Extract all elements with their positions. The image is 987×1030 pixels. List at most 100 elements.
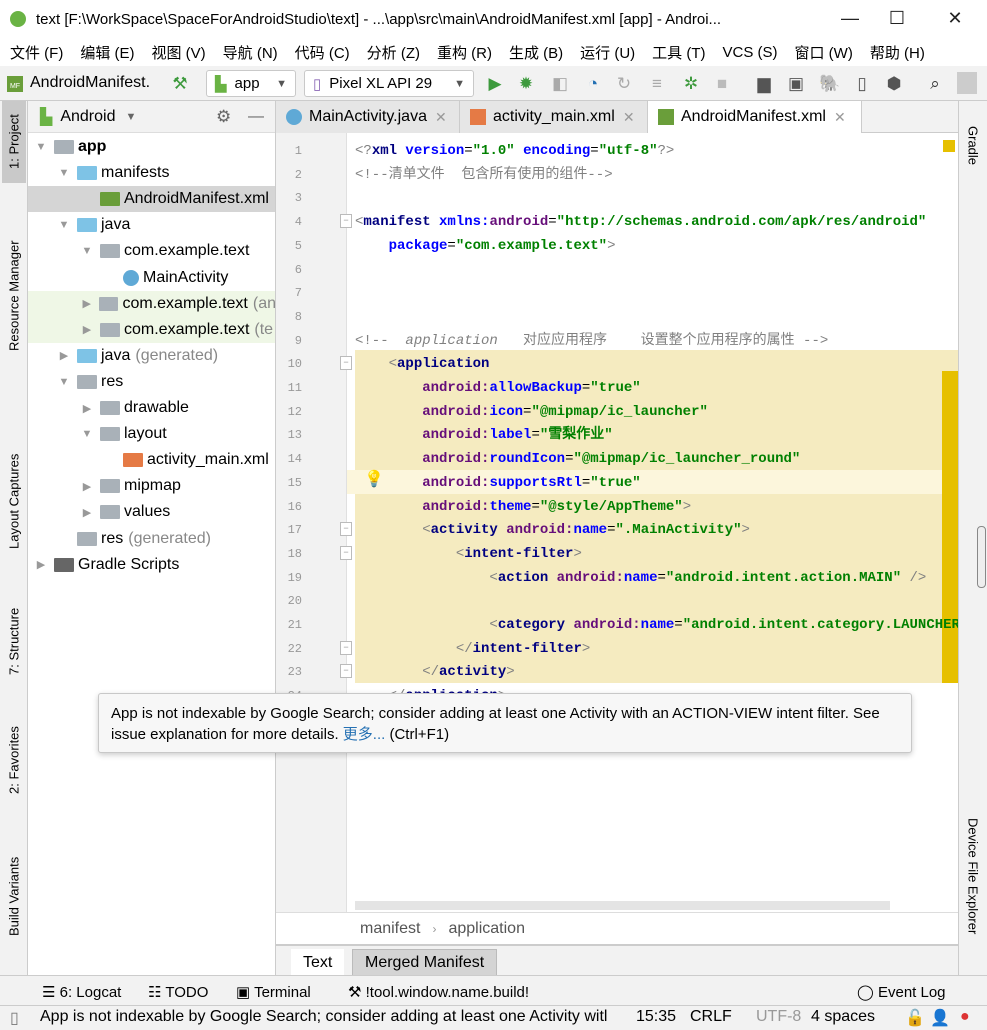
fold-icon[interactable]: −: [340, 664, 352, 679]
module-select[interactable]: ▙ app ▼: [206, 70, 296, 97]
tree-item[interactable]: ▶ com.example.text (an: [28, 290, 275, 317]
tree-item[interactable]: ▼ manifests: [28, 160, 275, 186]
tab-androidmanifest-xml[interactable]: AndroidManifest.xml ✕: [648, 101, 862, 133]
tool-tab-resource-manager[interactable]: Resource Manager: [2, 231, 26, 361]
menu-item[interactable]: 工具 (T): [652, 42, 705, 63]
chevron-right-icon[interactable]: ▶: [80, 323, 94, 336]
chevron-right-icon[interactable]: ▶: [80, 480, 94, 493]
menu-item[interactable]: 文件 (F): [10, 42, 63, 63]
tree-item[interactable]: ▶ Gradle Scripts: [28, 552, 275, 578]
tree-item[interactable]: ▶ com.example.text (te: [28, 316, 275, 343]
fold-icon[interactable]: −: [340, 356, 352, 371]
tab-text[interactable]: Text: [291, 949, 345, 977]
tree-item[interactable]: res (generated): [28, 526, 275, 552]
device-select[interactable]: ▯ Pixel XL API 29 ▼: [304, 70, 474, 97]
chevron-down-icon[interactable]: ▼: [125, 111, 136, 123]
stop-icon[interactable]: ■: [712, 74, 732, 94]
minimize-button[interactable]: —: [835, 8, 865, 29]
chevron-down-icon[interactable]: ▼: [57, 219, 71, 231]
tool-logcat[interactable]: ☰ 6: Logcat: [42, 983, 121, 1001]
status-message[interactable]: App is not indexable by Google Search; c…: [40, 1008, 628, 1026]
file-encoding[interactable]: UTF-8: [756, 1008, 801, 1026]
chevron-down-icon[interactable]: ▼: [80, 428, 94, 440]
indent-setting[interactable]: 4 spaces: [811, 1008, 875, 1026]
fold-icon[interactable]: −: [340, 640, 352, 655]
close-button[interactable]: ✕: [940, 8, 970, 29]
tool-build[interactable]: ⚒ !tool.window.name.build!: [348, 983, 529, 1001]
tool-event-log[interactable]: ◯ Event Log: [857, 983, 946, 1001]
tree-item[interactable]: ▼ app: [28, 134, 275, 160]
tree-item[interactable]: ▼ com.example.text: [28, 238, 275, 264]
tree-item[interactable]: MainActivity: [28, 265, 275, 291]
sdk-manager-icon[interactable]: ⬢: [884, 74, 904, 94]
breadcrumb-application[interactable]: application: [448, 920, 525, 938]
chevron-right-icon[interactable]: ▶: [80, 402, 94, 415]
more-link[interactable]: 更多...: [343, 726, 386, 743]
gradle-sync-icon[interactable]: 🐘: [819, 74, 840, 94]
chevron-right-icon[interactable]: ▶: [57, 349, 71, 362]
menu-item[interactable]: 导航 (N): [223, 42, 278, 63]
horizontal-scrollbar[interactable]: [355, 901, 890, 910]
tool-tab-favorites[interactable]: 2: Favorites: [2, 723, 26, 798]
menu-item[interactable]: 运行 (U): [580, 42, 635, 63]
maximize-button[interactable]: ☐: [882, 8, 912, 29]
user-avatar-icon[interactable]: [957, 72, 977, 94]
chevron-right-icon[interactable]: ▶: [80, 297, 93, 310]
warning-marker[interactable]: [943, 140, 955, 152]
tab-merged-manifest[interactable]: Merged Manifest: [352, 949, 498, 977]
tool-tab-project[interactable]: 1: Project: [2, 101, 26, 183]
apply-changes-icon[interactable]: ↻: [614, 74, 634, 94]
tree-item[interactable]: ▼ layout: [28, 421, 275, 447]
attach-debugger-icon[interactable]: ◧: [550, 74, 570, 94]
build-hammer-icon[interactable]: ⚒: [170, 74, 190, 94]
menu-item[interactable]: 代码 (C): [295, 42, 350, 63]
line-separator[interactable]: CRLF: [690, 1008, 732, 1026]
tool-tab-build-variants[interactable]: Build Variants: [2, 851, 26, 941]
sync-icon[interactable]: ✲: [681, 74, 701, 94]
menu-item[interactable]: 重构 (R): [437, 42, 492, 63]
project-structure-icon[interactable]: ▆: [754, 74, 774, 94]
editor-scrollbar[interactable]: [977, 526, 986, 588]
hide-panel-icon[interactable]: —: [248, 108, 264, 126]
menu-item[interactable]: 窗口 (W): [795, 42, 853, 63]
debug-icon[interactable]: ✹: [516, 74, 536, 94]
caret-position[interactable]: 15:35: [636, 1008, 676, 1026]
close-tab-icon[interactable]: ✕: [435, 109, 447, 126]
chevron-down-icon[interactable]: ▼: [57, 167, 71, 179]
status-icon[interactable]: ▯: [10, 1008, 19, 1028]
tool-tab-gradle[interactable]: Gradle: [961, 111, 985, 181]
tree-item[interactable]: ▶ values: [28, 499, 275, 525]
apply-code-changes-icon[interactable]: ≡: [647, 74, 667, 94]
fold-icon[interactable]: −: [340, 545, 352, 560]
menu-item[interactable]: 编辑 (E): [80, 42, 134, 63]
error-icon[interactable]: ●: [960, 1008, 970, 1026]
tree-item[interactable]: ▶ java (generated): [28, 343, 275, 369]
layout-inspector-icon[interactable]: ▣: [786, 74, 806, 94]
chevron-down-icon[interactable]: ▼: [57, 376, 71, 388]
tree-item[interactable]: ▶ drawable: [28, 395, 275, 421]
project-view-select[interactable]: Android: [60, 108, 115, 126]
chevron-right-icon[interactable]: ▶: [80, 506, 94, 519]
menu-item[interactable]: 分析 (Z): [367, 42, 420, 63]
tree-item[interactable]: activity_main.xml: [28, 447, 275, 473]
close-tab-icon[interactable]: ✕: [834, 109, 846, 126]
tool-tab-device-file-explorer[interactable]: Device File Explorer: [961, 801, 985, 951]
tree-item[interactable]: ▼ java: [28, 212, 275, 238]
tree-item[interactable]: ▶ mipmap: [28, 473, 275, 499]
tool-todo[interactable]: ☷ TODO: [148, 983, 208, 1001]
search-icon[interactable]: ⌕: [925, 74, 945, 94]
tab-mainactivity-java[interactable]: MainActivity.java ✕: [276, 101, 460, 133]
fold-icon[interactable]: −: [340, 522, 352, 537]
lock-icon[interactable]: 🔓: [905, 1008, 925, 1028]
code-editor[interactable]: 123456789101112131415161718192021222324 …: [276, 133, 968, 912]
chevron-right-icon[interactable]: ▶: [34, 558, 48, 571]
tab-activity-main-xml[interactable]: activity_main.xml ✕: [460, 101, 648, 133]
run-icon[interactable]: ▶: [485, 74, 505, 94]
breadcrumb-manifest[interactable]: manifest: [360, 920, 420, 938]
breadcrumb-file[interactable]: AndroidManifest.: [30, 74, 150, 92]
tool-tab-layout-captures[interactable]: Layout Captures: [2, 441, 26, 561]
menu-item[interactable]: 生成 (B): [509, 42, 563, 63]
tree-item[interactable]: ▼ res: [28, 369, 275, 395]
close-tab-icon[interactable]: ✕: [623, 109, 635, 126]
avd-manager-icon[interactable]: ▯: [852, 74, 872, 94]
